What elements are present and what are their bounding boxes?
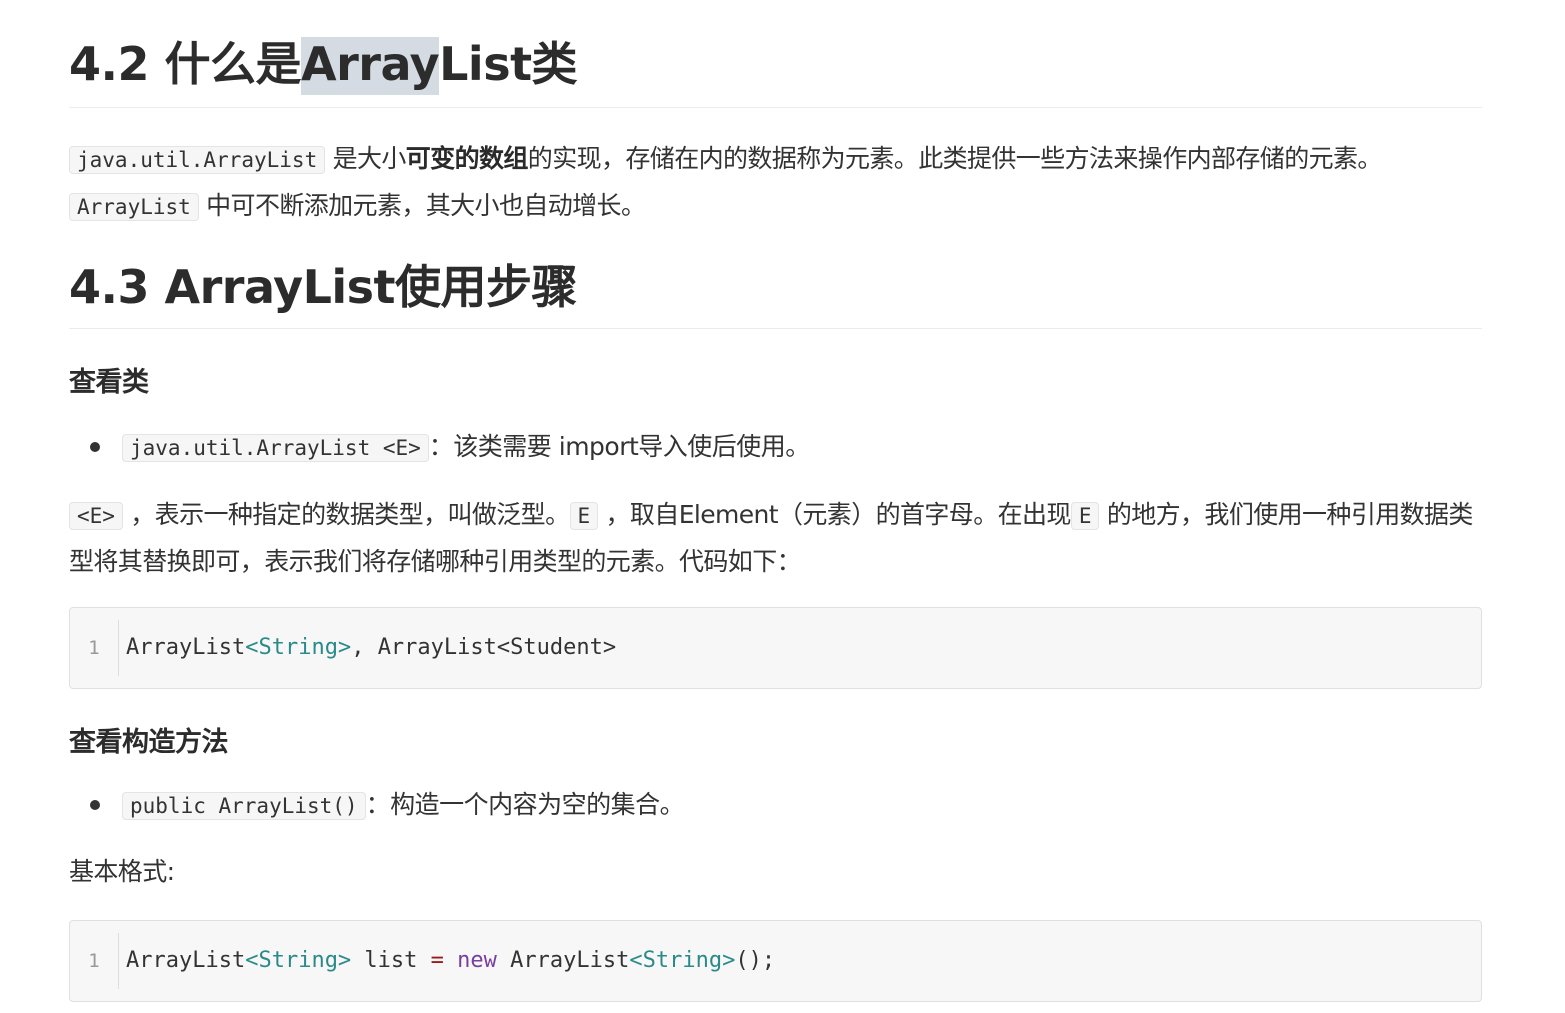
text: ，取自Element（元素）的首字母。在出现 xyxy=(598,500,1072,529)
inline-code: E xyxy=(1070,502,1100,530)
code-token: (); xyxy=(735,948,776,973)
code-block[interactable]: 1 ArrayList<String>, ArrayList<Student> xyxy=(69,607,1482,689)
heading-4-3: 4.3 ArrayList使用步骤 xyxy=(69,252,1482,329)
heading-4-2-suffix: List类 xyxy=(439,37,578,91)
code-token: , xyxy=(351,635,378,660)
code-token: ArrayList xyxy=(377,635,497,660)
bullet-icon xyxy=(90,800,100,810)
selected-text[interactable]: Array xyxy=(301,37,440,95)
line-number: 1 xyxy=(70,933,119,989)
text: 中可不断添加元素，其大小也自动增长。 xyxy=(198,191,646,220)
text: ：该类需要 import导入使后使用。 xyxy=(428,432,811,461)
code-block[interactable]: 1 ArrayList<String> list = new ArrayList… xyxy=(69,920,1482,1002)
line-number: 1 xyxy=(70,620,119,676)
text: ：构造一个内容为空的集合。 xyxy=(365,790,685,819)
heading-4-2-prefix: 4.2 什么是 xyxy=(69,37,302,91)
text: ，表示一种指定的数据类型，叫做泛型。 xyxy=(122,500,570,529)
code-token: ArrayList xyxy=(126,948,246,973)
inline-code: java.util.ArrayList <E> xyxy=(122,434,429,462)
text: 的实现，存储在内的数据称为元素。此类提供一些方法来操作内部存储的元素。 xyxy=(527,144,1383,173)
code-token: list xyxy=(351,948,431,973)
code-token: new xyxy=(457,948,497,973)
arraylist-description: java.util.ArrayList 是大小可变的数组的实现，存储在内的数据称… xyxy=(69,136,1482,230)
text: 是大小 xyxy=(325,144,407,173)
inline-code: <E> xyxy=(69,502,123,530)
code-token: <Student> xyxy=(496,635,617,660)
code-token: <String> xyxy=(245,635,352,660)
heading-view-constructor: 查看构造方法 xyxy=(69,727,229,758)
heading-view-class: 查看类 xyxy=(69,367,149,398)
inline-code: java.util.ArrayList xyxy=(69,146,326,174)
inline-code: ArrayList xyxy=(69,193,199,221)
bold-text: 可变的数组 xyxy=(405,144,529,173)
inline-code: public ArrayList() xyxy=(122,792,366,820)
bullet-icon xyxy=(90,442,100,452)
code-line: ArrayList<String>, ArrayList<Student> xyxy=(126,608,616,688)
code-line: ArrayList<String> list = new ArrayList<S… xyxy=(126,921,775,1001)
list-item: public ArrayList() ：构造一个内容为空的集合。 xyxy=(69,785,1482,825)
code-token: <String> xyxy=(245,948,352,973)
code-token: = xyxy=(430,948,444,973)
code-token: <String> xyxy=(629,948,736,973)
list-item: java.util.ArrayList <E> ：该类需要 import导入使后使… xyxy=(69,427,1482,467)
inline-code: E xyxy=(569,502,599,530)
code-token: ArrayList xyxy=(496,948,630,973)
heading-4-2: 4.2 什么是ArrayList类 xyxy=(69,30,1482,108)
code-token: ArrayList xyxy=(126,635,246,660)
generic-description: <E> ，表示一种指定的数据类型，叫做泛型。 E ，取自Element（元素）的首… xyxy=(69,492,1482,584)
format-label: 基本格式: xyxy=(69,857,175,886)
